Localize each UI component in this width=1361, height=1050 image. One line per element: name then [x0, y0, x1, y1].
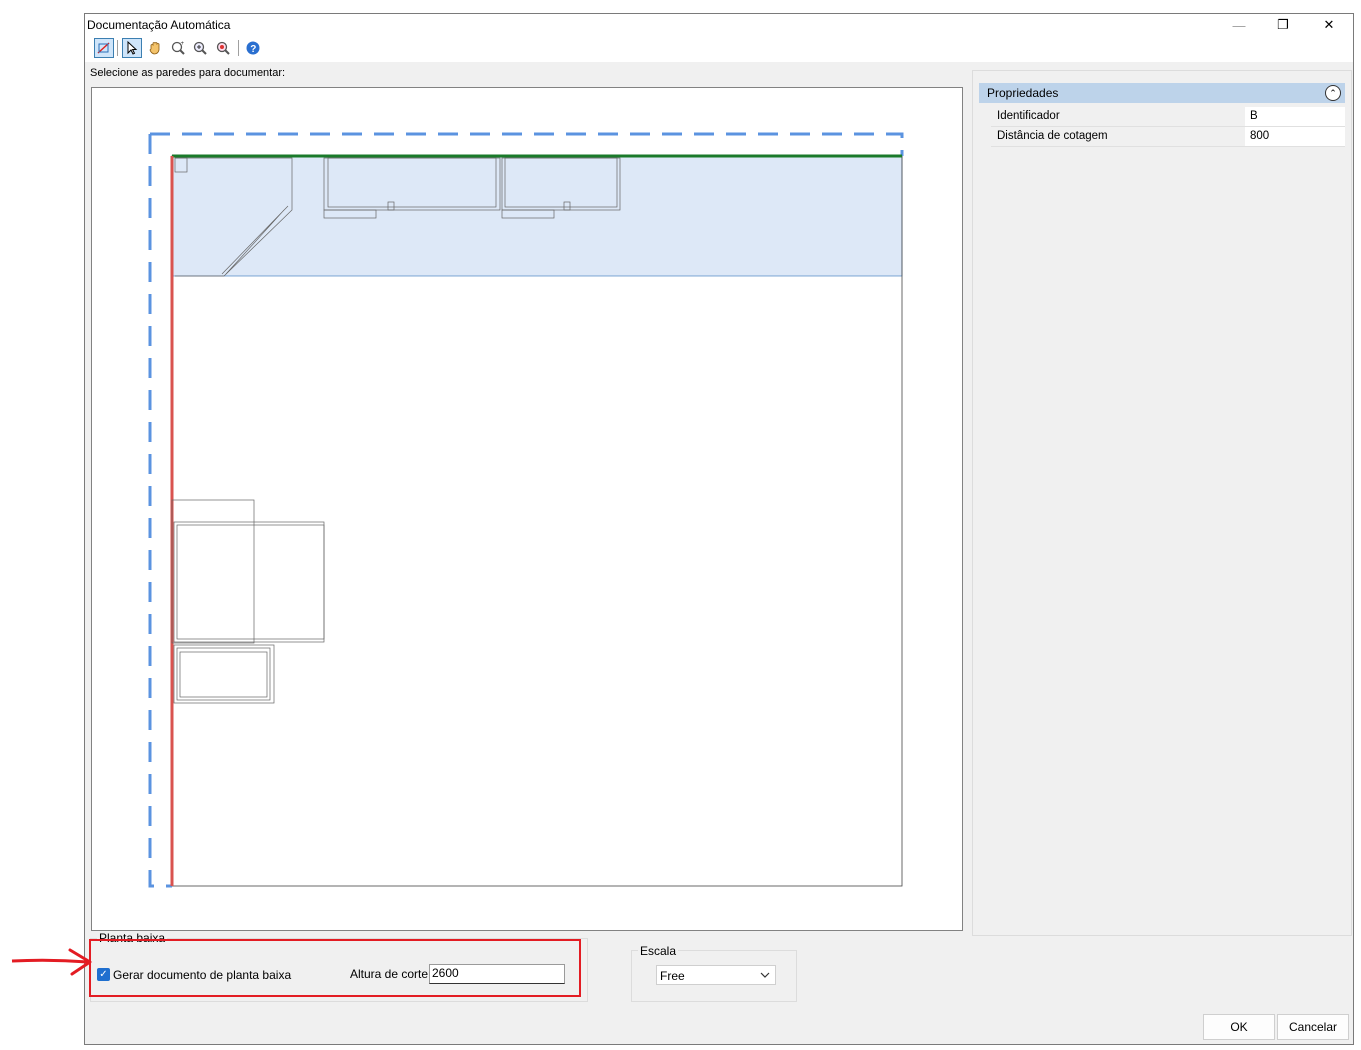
maximize-button[interactable]: ❐	[1261, 14, 1305, 36]
red-arrow-annotation	[11, 948, 92, 976]
title-bar: Documentação Automática — ❐ ✕	[85, 14, 1353, 36]
zoom-in-icon[interactable]	[190, 38, 210, 58]
property-row-identificador: Identificador B	[991, 107, 1345, 127]
scale-group-title: Escala	[638, 944, 679, 958]
drawing-canvas[interactable]	[91, 87, 963, 931]
property-value-field[interactable]: 800	[1245, 127, 1345, 146]
furniture-left	[171, 499, 325, 704]
dialog-window: Documentação Automática — ❐ ✕ + ? Seleci…	[84, 13, 1354, 1045]
pan-hand-icon[interactable]	[145, 38, 165, 58]
window-title: Documentação Automática	[87, 18, 231, 32]
scale-selected-value: Free	[660, 969, 685, 983]
ok-button[interactable]: OK	[1203, 1014, 1275, 1040]
chevron-down-icon	[760, 972, 770, 978]
properties-panel: Propriedades ⌃ Identificador B Distância…	[972, 70, 1352, 936]
close-button[interactable]: ✕	[1307, 14, 1351, 36]
floor-plan-drawing[interactable]	[92, 88, 963, 931]
pointer-icon[interactable]	[122, 38, 142, 58]
room-area	[171, 155, 903, 277]
scale-group: Escala Free	[631, 944, 797, 1002]
minimize-button[interactable]: —	[1217, 14, 1261, 36]
zoom-window-icon[interactable]: +	[168, 38, 188, 58]
select-walls-icon[interactable]	[94, 38, 114, 58]
toolbar: + ?	[85, 36, 1353, 62]
svg-text:+: +	[181, 41, 185, 47]
instruction-label: Selecione as paredes para documentar:	[90, 67, 286, 79]
help-icon[interactable]: ?	[243, 38, 263, 58]
highlight-annotation-box	[89, 939, 581, 997]
property-row-distancia: Distância de cotagem 800	[991, 127, 1345, 147]
zoom-extents-icon[interactable]	[213, 38, 233, 58]
collapse-icon[interactable]: ⌃	[1325, 85, 1341, 101]
property-name: Identificador	[997, 110, 1060, 122]
property-name: Distância de cotagem	[997, 130, 1108, 142]
svg-text:?: ?	[250, 44, 256, 55]
properties-header[interactable]: Propriedades ⌃	[979, 83, 1345, 103]
properties-title: Propriedades	[987, 86, 1059, 100]
property-value-field[interactable]: B	[1245, 107, 1345, 126]
scale-dropdown[interactable]: Free	[656, 965, 776, 985]
cancel-button[interactable]: Cancelar	[1277, 1014, 1349, 1040]
